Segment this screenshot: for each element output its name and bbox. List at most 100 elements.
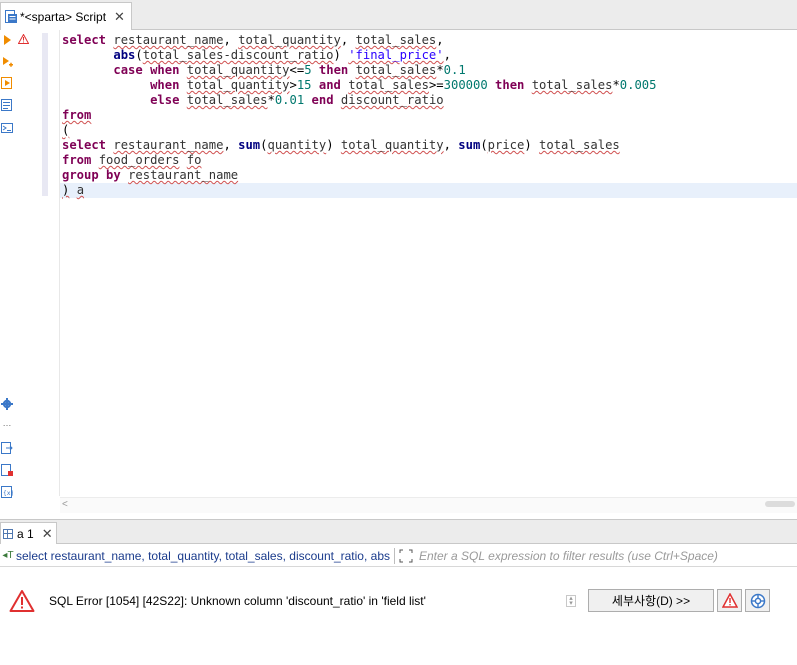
warning-marker-icon[interactable]	[17, 33, 30, 47]
code-token: total_sales	[539, 138, 620, 152]
scrollbar-thumb[interactable]	[765, 501, 795, 507]
close-icon[interactable]: ✕	[114, 10, 125, 23]
editor-tab-bar: *<sparta> Script ✕	[0, 0, 797, 30]
code-line[interactable]: ) a	[60, 183, 797, 198]
code-line[interactable]: abs(total_sales-discount_ratio) 'final_p…	[62, 48, 797, 63]
code-token: when	[150, 63, 180, 77]
filter-separator	[394, 547, 395, 564]
code-token: total_sales	[348, 78, 429, 92]
query-text-icon: ◂T	[2, 550, 14, 561]
editor-tab-label: *<sparta> Script	[20, 9, 107, 24]
error-panel: SQL Error [1054] [42S22]: Unknown column…	[0, 568, 797, 665]
code-token: ,	[443, 48, 451, 62]
error-message: SQL Error [1054] [42S22]: Unknown column…	[49, 594, 426, 608]
details-button[interactable]: 세부사항(D) >>	[588, 589, 714, 612]
code-token: select	[62, 138, 107, 152]
code-token: food_orders	[98, 153, 180, 167]
export-icon[interactable]	[1, 442, 13, 454]
code-token: ,	[340, 33, 356, 47]
code-token: restaurant_name	[113, 33, 224, 47]
code-token: then	[318, 63, 349, 77]
current-statement-bar	[42, 33, 48, 196]
execute-new-tab-icon[interactable]	[1, 56, 13, 68]
editor-tab-script[interactable]: *<sparta> Script ✕	[0, 2, 132, 30]
code-token: >=	[428, 78, 444, 92]
code-token: group	[62, 168, 99, 182]
code-token: else	[150, 93, 180, 107]
variables-icon[interactable]: {x}	[1, 486, 14, 498]
code-token: sum	[458, 138, 481, 152]
code-token: quantity	[267, 138, 327, 152]
code-token: fo	[186, 153, 202, 167]
expand-icon[interactable]	[399, 549, 415, 563]
code-token: ,	[436, 33, 444, 47]
editor-gutter	[14, 30, 42, 496]
filter-bar: ◂T select restaurant_name, total_quantit…	[0, 545, 797, 567]
code-line[interactable]: select restaurant_name, total_quantity, …	[62, 33, 797, 48]
code-token: sum	[238, 138, 261, 152]
scroll-left-icon[interactable]: <	[62, 499, 68, 510]
console-icon[interactable]	[1, 122, 13, 134]
code-token: )	[333, 48, 349, 62]
warning-icon	[721, 593, 738, 608]
code-token: total_sales	[355, 33, 437, 47]
more-icon[interactable]: …	[1, 418, 13, 430]
explain-plan-icon[interactable]	[1, 99, 13, 111]
gear-icon[interactable]	[1, 398, 13, 410]
code-token: ,	[223, 33, 239, 47]
horizontal-scrollbar[interactable]: <	[60, 497, 797, 513]
code-token: <=	[289, 63, 305, 77]
code-line[interactable]: group by restaurant_name	[62, 168, 797, 183]
code-token: *	[612, 78, 620, 92]
code-token: 0.005	[619, 78, 657, 92]
code-token: ,	[443, 138, 459, 152]
code-token: end	[311, 93, 334, 107]
result-tab-a1[interactable]: a 1 ✕	[0, 522, 57, 544]
code-line[interactable]: from	[62, 108, 797, 123]
code-token: 0.1	[443, 63, 466, 77]
show-log-button[interactable]	[717, 589, 742, 612]
code-token: a	[76, 183, 85, 197]
code-token: total_quantity	[186, 63, 290, 77]
code-token: from	[62, 108, 92, 122]
result-tab-label: a 1	[17, 526, 34, 541]
code-token: case	[113, 63, 143, 77]
file-error-icon[interactable]	[1, 464, 13, 476]
spinner-icon[interactable]: ▴ ▾	[566, 595, 576, 607]
code-token: total_quantity	[186, 78, 290, 92]
error-warning-icon	[9, 589, 35, 613]
code-line[interactable]: else total_sales*0.01 end discount_ratio	[62, 93, 797, 108]
code-line[interactable]: (	[62, 123, 797, 138]
result-tab-bar: a 1 ✕	[0, 519, 797, 544]
code-line[interactable]: when total_quantity>15 and total_sales>=…	[62, 78, 797, 93]
code-line[interactable]: select restaurant_name, sum(quantity) to…	[62, 138, 797, 153]
code-token: *	[436, 63, 444, 77]
code-token: total_sales	[531, 78, 613, 92]
execute-script-icon[interactable]	[1, 77, 13, 89]
code-line[interactable]: from food_orders fo	[62, 153, 797, 168]
filter-input[interactable]	[419, 548, 779, 563]
code-token: from	[62, 153, 92, 167]
code-token: *	[267, 93, 275, 107]
code-token: 'final_price'	[348, 48, 444, 62]
code-line[interactable]: case when total_quantity<=5 then total_s…	[62, 63, 797, 78]
code-token: discount_ratio	[340, 93, 444, 107]
sql-code[interactable]: select restaurant_name, total_quantity, …	[60, 33, 797, 198]
code-token: abs	[113, 48, 136, 62]
execute-statement-icon[interactable]	[1, 34, 13, 46]
sql-editor[interactable]: select restaurant_name, total_quantity, …	[60, 30, 797, 496]
help-button[interactable]	[745, 589, 770, 612]
close-icon[interactable]: ✕	[42, 526, 53, 542]
code-token: when	[150, 78, 180, 92]
